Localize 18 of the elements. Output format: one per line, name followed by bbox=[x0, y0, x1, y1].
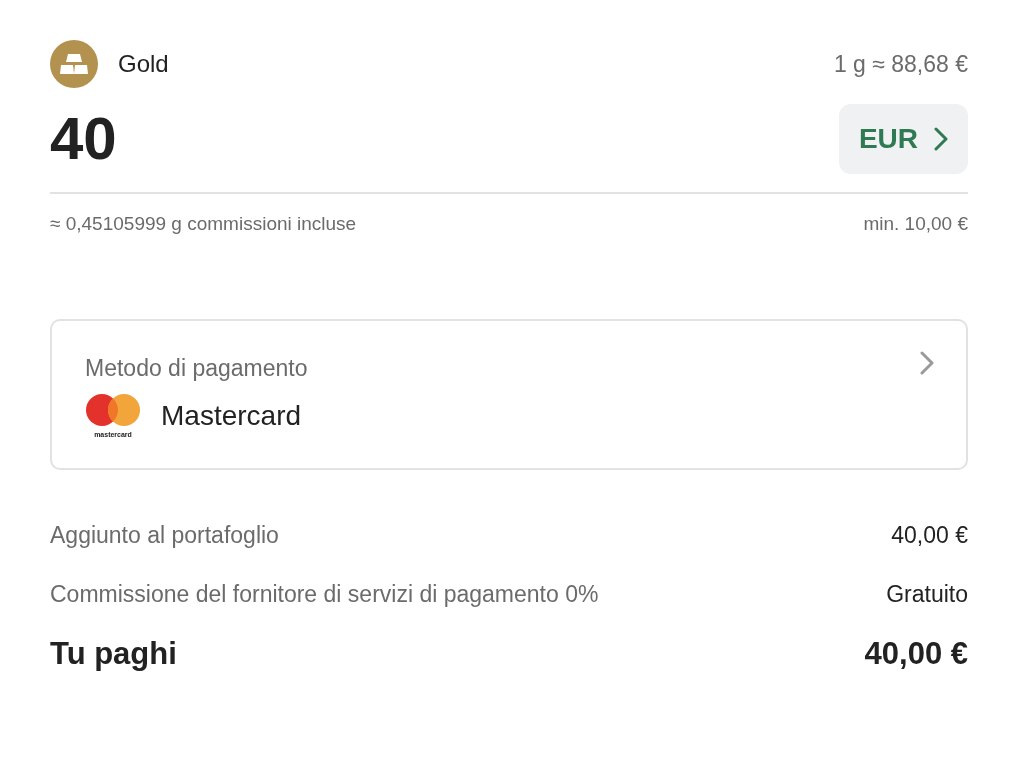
ingots-icon bbox=[50, 40, 98, 88]
summary-value: Gratuito bbox=[886, 579, 968, 609]
overlapping-circles-icon bbox=[85, 393, 141, 427]
chevron-icon bbox=[934, 127, 948, 151]
currency-button[interactable]: EUR bbox=[838, 104, 968, 174]
summary-label: Aggiunto al portafoglio bbox=[50, 521, 279, 550]
summary-label: Commissione del fornitore di servizi di pagamento 0% bbox=[50, 579, 599, 609]
asset-name: Gold bbox=[118, 49, 169, 79]
summary-label: Tu paghi bbox=[50, 635, 177, 673]
exchange-rate: 1 g ≈ 88,68 € bbox=[833, 49, 968, 79]
payment-method-label: Metodo di pagamento bbox=[85, 353, 308, 383]
gram-estimate: ≈ 0,45105999 g commissioni incluse bbox=[50, 212, 357, 236]
summary-value: 40,00 € bbox=[891, 521, 968, 550]
minimum-amount: min. 10,00 € bbox=[863, 212, 968, 236]
chevron-icon bbox=[920, 350, 934, 375]
amount-value: 40 bbox=[50, 109, 117, 169]
summary-value: 40,00 € bbox=[864, 635, 968, 673]
payment-method-name: Mastercard bbox=[161, 398, 302, 433]
